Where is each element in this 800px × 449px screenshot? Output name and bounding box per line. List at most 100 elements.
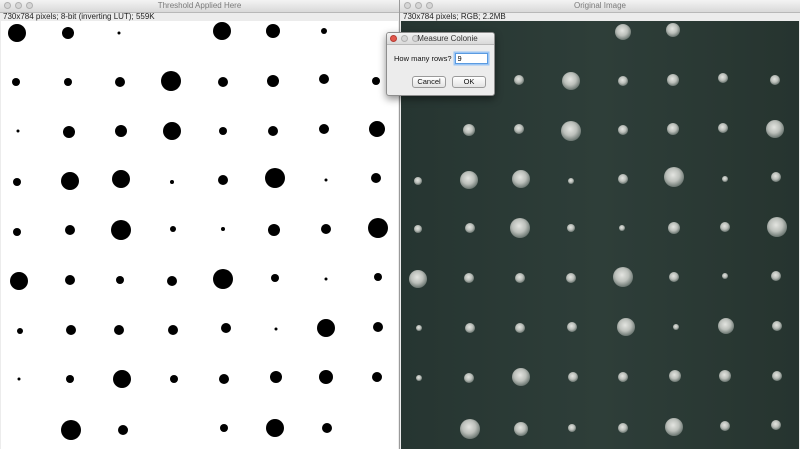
plate-colony [465,323,475,333]
threshold-colony-dot [163,122,181,140]
plate-colony [664,167,684,187]
plate-colony [514,124,524,134]
threshold-colony-dot [221,323,231,333]
plate-colony [618,76,628,86]
plate-colony [720,421,730,431]
threshold-colony-dot [170,180,174,184]
plate-colony [414,177,422,185]
threshold-colony-dot [319,124,329,134]
dialog-titlebar[interactable]: Measure Colonie [387,33,494,45]
threshold-colony-dot [65,225,75,235]
plate-colony [668,222,680,234]
threshold-image-canvas[interactable] [1,21,398,449]
plate-colony [719,370,731,382]
plate-colony [512,170,530,188]
threshold-image-info: 730x784 pixels; 8-bit (inverting LUT); 5… [3,12,155,21]
threshold-colony-dot [161,71,181,91]
rows-prompt-label: How many rows? [394,54,452,63]
threshold-colony-dot [213,22,231,40]
threshold-colony-dot [170,226,176,232]
ok-button[interactable]: OK [452,76,486,88]
plate-colony [722,176,728,182]
threshold-colony-dot [218,175,228,185]
threshold-colony-dot [374,273,382,281]
threshold-colony-dot [271,274,279,282]
plate-colony [771,271,781,281]
plate-colony [772,371,782,381]
plate-colony [665,418,683,436]
plate-colony [414,225,422,233]
threshold-colony-dot [115,125,127,137]
threshold-colony-dot [17,377,21,381]
threshold-colony-dot [65,275,75,285]
threshold-colony-dot [321,224,331,234]
cancel-button[interactable]: Cancel [412,76,446,88]
plate-colony [464,373,474,383]
plate-colony [771,172,781,182]
threshold-window[interactable]: Threshold Applied Here 730x784 pixels; 8… [0,0,400,449]
plate-colony [767,217,787,237]
plate-colony [514,422,528,436]
threshold-colony-dot [13,228,21,236]
plate-colony [718,123,728,133]
threshold-colony-dot [66,325,76,335]
threshold-colony-dot [8,24,26,42]
plate-colony [460,171,478,189]
threshold-colony-dot [66,375,74,383]
plate-colony [409,270,427,288]
plate-colony [669,370,681,382]
original-window-title: Original Image [573,1,627,10]
threshold-colony-dot [268,126,278,136]
threshold-colony-dot [266,419,284,437]
plate-colony [510,218,530,238]
measure-colonies-dialog[interactable]: Measure Colonie How many rows? Cancel OK [386,32,495,96]
threshold-colony-dot [113,370,131,388]
threshold-colony-dot [317,319,335,337]
rows-input[interactable] [454,53,488,64]
threshold-colony-dot [267,75,279,87]
threshold-colony-dot [369,121,385,137]
plate-colony [567,322,577,332]
plate-colony [618,372,628,382]
threshold-colony-dot [371,173,381,183]
original-image-info: 730x784 pixels; RGB; 2.2MB [403,12,506,21]
threshold-colony-dot [17,328,23,334]
threshold-colony-dot [372,77,380,85]
plate-colony [618,125,628,135]
plate-colony [771,420,781,430]
plate-colony [567,224,575,232]
plate-colony [416,325,422,331]
plate-colony [667,123,679,135]
plate-colony [667,74,679,86]
plate-colony [515,323,525,333]
threshold-colony-dot [64,78,72,86]
plate-colony [463,124,475,136]
threshold-colony-dot [266,24,280,38]
plate-colony [615,24,631,40]
threshold-colony-dot [61,172,79,190]
threshold-colony-dot [213,269,233,289]
threshold-colony-dot [265,168,285,188]
plate-colony [772,321,782,331]
threshold-colony-dot [220,424,228,432]
plate-colony [666,23,680,37]
threshold-colonies-svg [8,22,388,440]
threshold-colony-dot [167,276,177,286]
threshold-colony-dot [319,370,333,384]
plate-colony [562,72,580,90]
threshold-colony-dot [319,74,329,84]
plate-colony [618,174,628,184]
plate-colony [568,178,574,184]
threshold-colony-dot [218,77,228,87]
threshold-colony-dot [372,372,382,382]
plate-colony [669,272,679,282]
plate-colony [619,225,625,231]
threshold-colony-dot [274,327,278,331]
threshold-colony-dot [115,77,125,87]
plate-colony [465,223,475,233]
threshold-window-title: Threshold Applied Here [157,1,242,10]
threshold-colony-dot [114,325,124,335]
threshold-colony-dot [219,374,229,384]
dialog-title: Measure Colonie [417,34,478,43]
plate-colony [617,318,635,336]
